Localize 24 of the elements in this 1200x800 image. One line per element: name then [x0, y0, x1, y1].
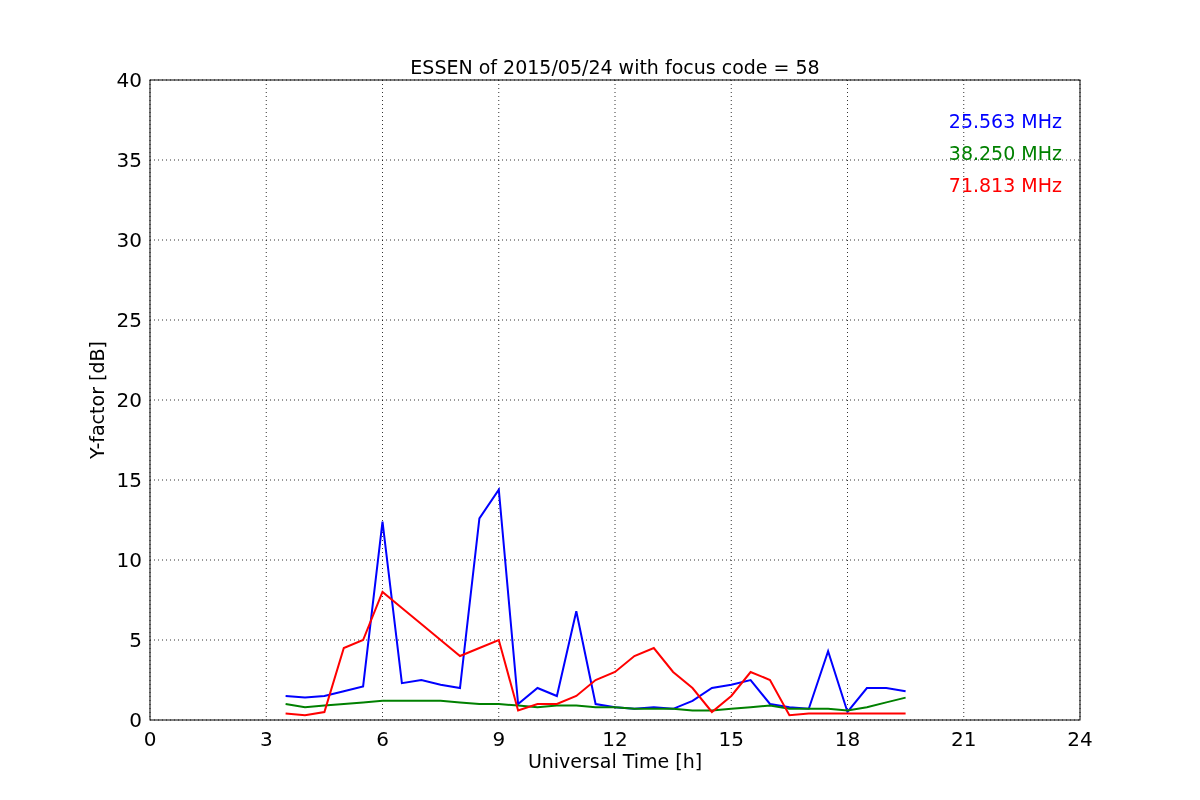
y-tick-label: 30: [116, 228, 142, 252]
y-tick-label: 10: [116, 548, 142, 572]
x-tick-label: 24: [1067, 727, 1093, 751]
legend-label: 25.563 MHz: [948, 110, 1062, 132]
x-tick-label: 6: [376, 727, 389, 751]
x-tick-label: 15: [718, 727, 744, 751]
y-tick-label: 0: [129, 708, 142, 732]
chart-title: ESSEN of 2015/05/24 with focus code = 58: [410, 56, 820, 78]
y-tick-label: 40: [116, 68, 142, 92]
x-tick-label: 3: [259, 727, 273, 751]
y-tick-label: 35: [116, 148, 142, 172]
x-tick-label: 12: [602, 727, 628, 751]
legend-label: 38.250 MHz: [948, 142, 1062, 164]
y-tick-label: 5: [129, 628, 142, 652]
legend-label: 71.813 MHz: [948, 174, 1062, 196]
x-tick-label: 9: [492, 727, 506, 751]
x-tick-label: 21: [951, 727, 977, 751]
y-tick-label: 25: [116, 308, 142, 332]
x-axis-label: Universal Time [h]: [527, 750, 703, 772]
y-tick-label: 15: [116, 468, 142, 492]
y-axis-label: Y-factor [dB]: [86, 341, 108, 459]
x-tick-label: 18: [834, 727, 861, 751]
y-tick-label: 20: [116, 388, 142, 412]
x-tick-label: 0: [143, 727, 157, 751]
